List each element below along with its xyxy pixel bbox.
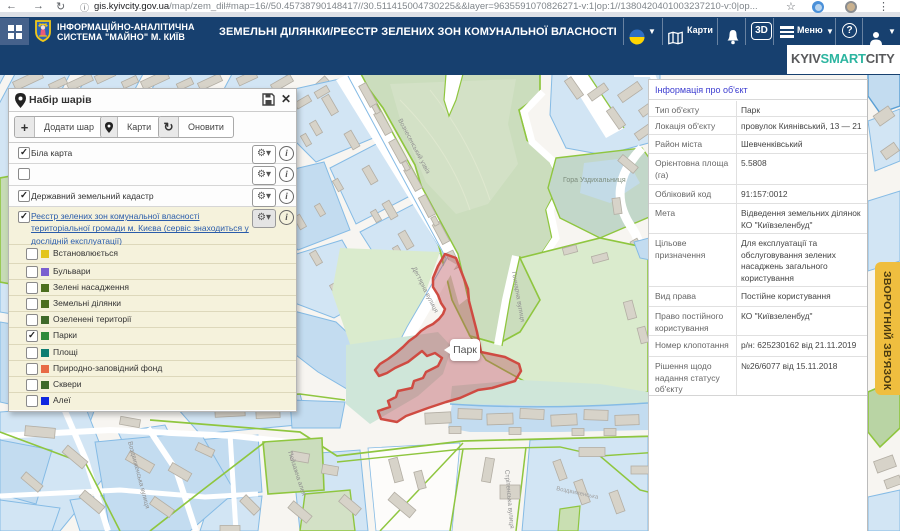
svg-text:Гора Уздихальниця: Гора Уздихальниця (563, 177, 626, 184)
